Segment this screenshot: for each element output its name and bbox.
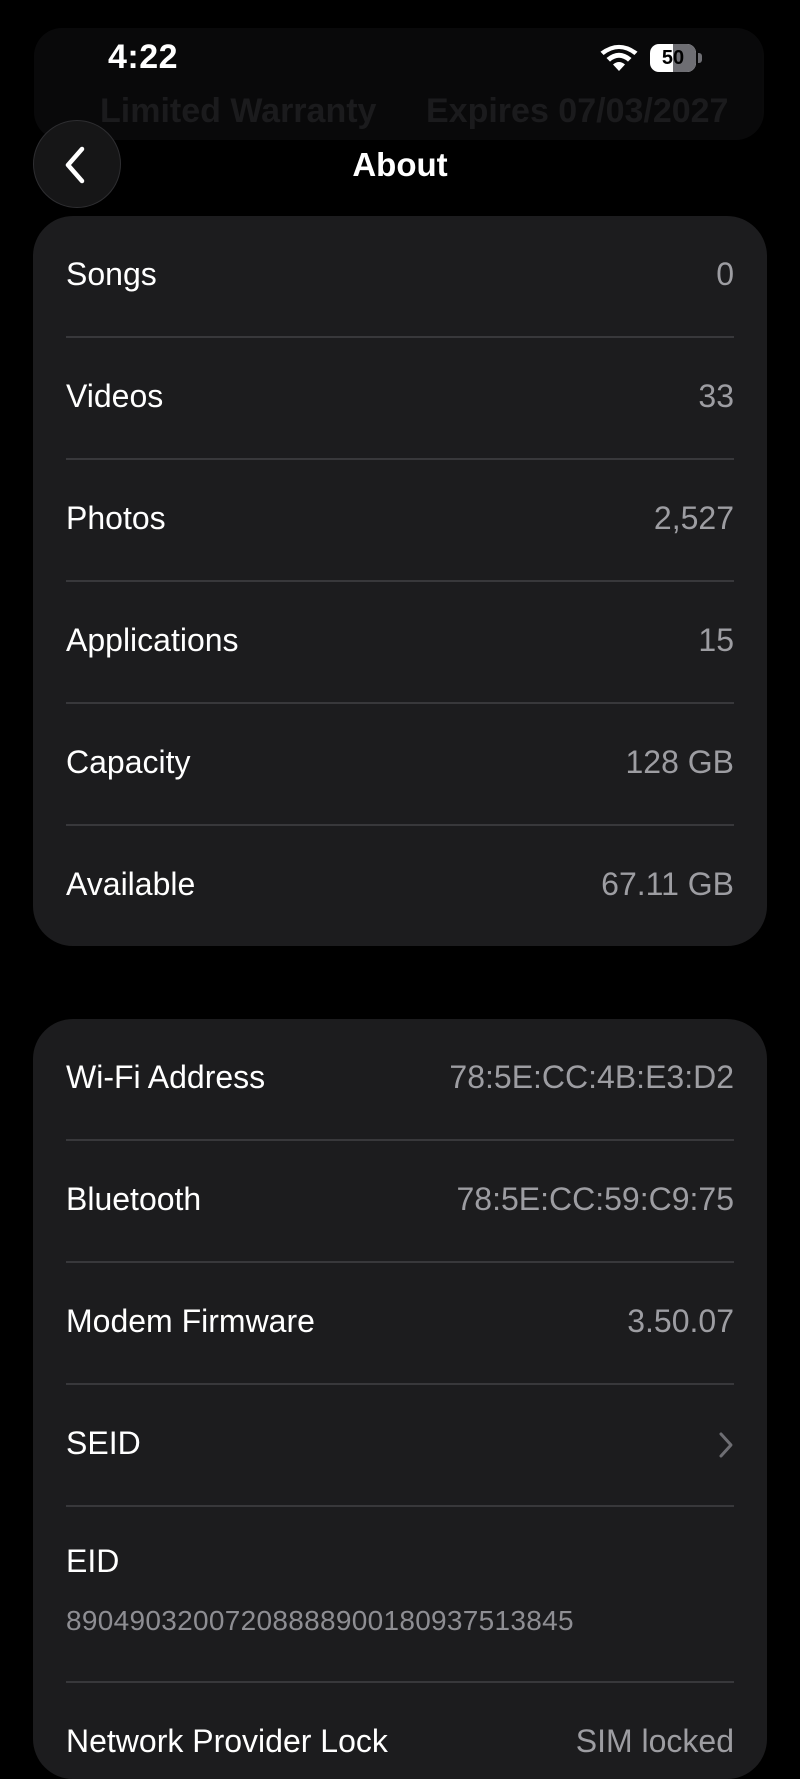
row-value: 128 GB — [625, 744, 734, 780]
row-value: SIM locked — [575, 1723, 734, 1759]
media-info-card: Songs 0 Videos 33 Photos 2,527 Applicati… — [33, 216, 767, 946]
row-value: 0 — [716, 256, 734, 292]
status-bar: 4:22 50 — [0, 0, 800, 110]
row-modem-firmware: Modem Firmware 3.50.07 — [33, 1263, 767, 1385]
wifi-icon — [600, 44, 638, 71]
page-title: About — [352, 146, 448, 183]
row-value: 78:5E:CC:59:C9:75 — [456, 1181, 735, 1217]
row-label: Network Provider Lock — [66, 1723, 388, 1759]
row-label: Songs — [66, 256, 157, 292]
battery-indicator: 50 — [650, 44, 702, 72]
row-wifi-address: Wi-Fi Address 78:5E:CC:4B:E3:D2 — [33, 1019, 767, 1141]
row-value: 67.11 GB — [601, 866, 734, 902]
row-label: Applications — [66, 622, 239, 658]
row-label: SEID — [66, 1425, 141, 1461]
row-seid[interactable]: SEID — [33, 1385, 767, 1507]
row-label: Capacity — [66, 744, 191, 780]
row-label: Modem Firmware — [66, 1303, 315, 1339]
row-applications: Applications 15 — [33, 582, 767, 704]
row-label: EID — [66, 1543, 120, 1579]
row-value: 89049032007208888900180937513845 — [66, 1605, 574, 1636]
row-value: 3.50.07 — [627, 1303, 734, 1339]
row-photos: Photos 2,527 — [33, 460, 767, 582]
row-bluetooth: Bluetooth 78:5E:CC:59:C9:75 — [33, 1141, 767, 1263]
row-value: 2,527 — [653, 500, 734, 536]
row-eid: EID 89049032007208888900180937513845 — [33, 1507, 767, 1683]
row-value: 15 — [698, 622, 734, 658]
row-label: Bluetooth — [66, 1181, 202, 1217]
battery-icon: 50 — [650, 44, 696, 72]
status-time: 4:22 — [108, 38, 179, 76]
row-value: 33 — [698, 378, 734, 414]
row-available: Available 67.11 GB — [33, 826, 767, 946]
row-label: Photos — [66, 500, 166, 536]
row-network-provider-lock: Network Provider Lock SIM locked — [33, 1683, 767, 1779]
network-info-card: Wi-Fi Address 78:5E:CC:4B:E3:D2 Bluetoot… — [33, 1019, 767, 1779]
battery-level: 50 — [661, 47, 685, 69]
row-capacity: Capacity 128 GB — [33, 704, 767, 826]
row-value: 78:5E:CC:4B:E3:D2 — [449, 1059, 734, 1095]
row-label: Wi-Fi Address — [66, 1059, 266, 1095]
row-label: Available — [66, 866, 196, 902]
row-label: Videos — [66, 378, 164, 414]
row-songs: Songs 0 — [33, 216, 767, 338]
row-videos: Videos 33 — [33, 338, 767, 460]
chevron-right-icon — [719, 1432, 733, 1458]
